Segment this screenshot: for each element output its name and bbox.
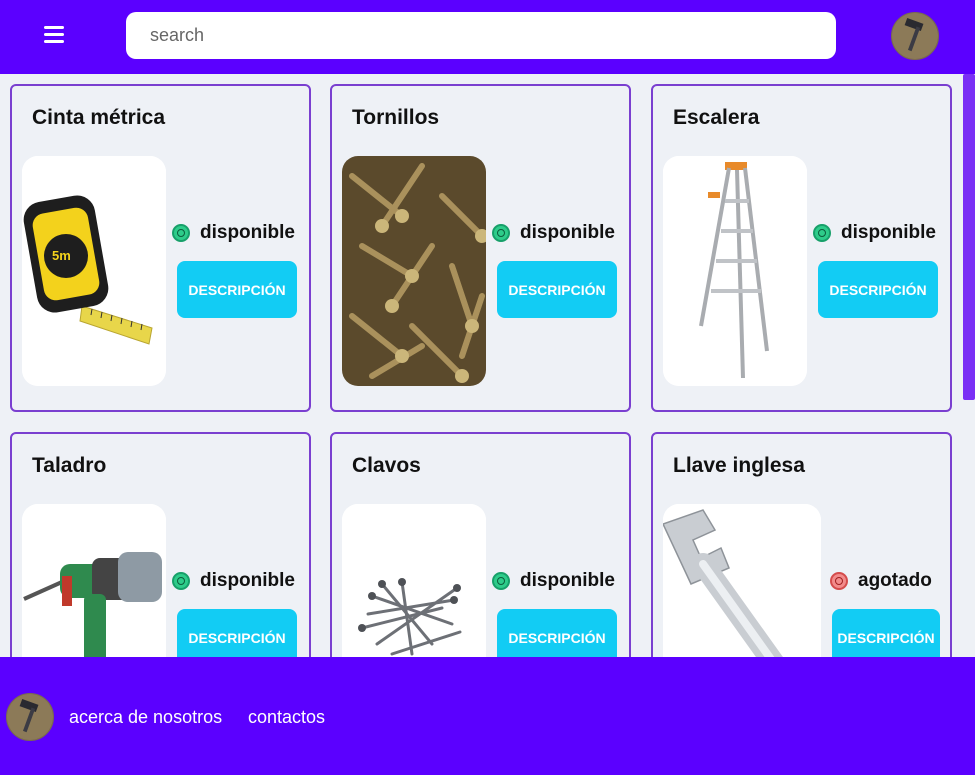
availability-status: agotado	[830, 570, 932, 592]
product-title: Clavos	[352, 454, 421, 477]
status-dot-icon	[172, 224, 190, 242]
status-dot-icon	[830, 572, 848, 590]
product-card: Escalera disponible DESCRIPCIÓN	[651, 84, 952, 412]
user-avatar[interactable]	[891, 12, 939, 60]
availability-status: disponible	[172, 222, 295, 244]
scrollbar-thumb[interactable]	[963, 74, 975, 400]
top-bar	[0, 0, 975, 74]
status-label: disponible	[520, 570, 615, 591]
product-title: Cinta métrica	[32, 106, 166, 129]
footer-logo-avatar	[6, 693, 54, 741]
status-dot-icon	[813, 224, 831, 242]
footer-link-about[interactable]: acerca de nosotros	[69, 707, 222, 728]
product-title: Escalera	[673, 106, 760, 129]
status-label: disponible	[520, 222, 615, 243]
availability-status: disponible	[813, 222, 936, 244]
product-title: Taladro	[32, 454, 107, 477]
description-button[interactable]: DESCRIPCIÓN	[497, 261, 617, 318]
product-title: Llave inglesa	[673, 454, 805, 477]
availability-status: disponible	[492, 222, 615, 244]
status-label: agotado	[858, 570, 932, 591]
status-dot-icon	[172, 572, 190, 590]
hamburger-menu-icon[interactable]	[44, 26, 68, 46]
availability-status: disponible	[492, 570, 615, 592]
status-label: disponible	[200, 222, 295, 243]
search-input[interactable]	[126, 12, 836, 59]
product-title: Tornillos	[352, 106, 440, 129]
status-label: disponible	[841, 222, 936, 243]
tape-measure-icon: 5m	[22, 156, 166, 386]
product-card: Cinta métrica 5m disponible DESCRIPCIÓN	[10, 84, 311, 412]
status-dot-icon	[492, 224, 510, 242]
ladder-icon	[663, 156, 807, 386]
footer: acerca de nosotros contactos	[0, 657, 975, 775]
footer-link-contacts[interactable]: contactos	[248, 707, 325, 728]
description-button[interactable]: DESCRIPCIÓN	[818, 261, 938, 318]
status-label: disponible	[200, 570, 295, 591]
description-button[interactable]: DESCRIPCIÓN	[177, 261, 297, 318]
availability-status: disponible	[172, 570, 295, 592]
screws-icon	[342, 156, 486, 386]
product-card: Tornillos disponible DESCRIPCIÓN	[330, 84, 631, 412]
svg-text:5m: 5m	[52, 248, 71, 263]
status-dot-icon	[492, 572, 510, 590]
